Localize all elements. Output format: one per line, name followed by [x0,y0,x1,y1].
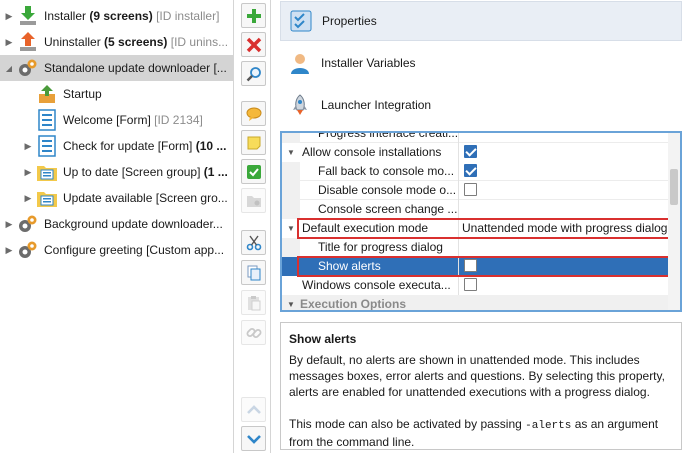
delete-button[interactable] [241,32,266,57]
checkbox-show-alerts[interactable] [464,259,477,272]
grid-scrollbar[interactable] [668,133,680,310]
form-icon [35,134,59,158]
speech-bubble-icon [246,107,261,121]
green-check-icon [246,164,261,179]
property-grid: Progress interface creati... ▼ Allow con… [280,131,682,312]
scrollbar-thumb[interactable] [670,169,678,205]
chevron-up-icon [246,404,261,414]
gears-icon [16,238,40,262]
checkbox-fall-back-to-console[interactable] [464,164,477,177]
chevron-down-icon [246,434,261,444]
tab-launcher-integration[interactable]: Launcher Integration [280,85,682,125]
action-toolbar [236,0,271,453]
description-title: Show alerts [289,332,357,346]
installer-arrow-icon [16,4,40,28]
expand-arrow-icon[interactable]: ▶ [22,192,34,204]
property-row-disable-console-mode[interactable]: Disable console mode o... [282,181,670,200]
property-row-windows-console-executable[interactable]: Windows console executa... [282,276,670,295]
collapse-triangle-icon[interactable]: ▼ [282,295,300,310]
tree-node-background-update-downloader[interactable]: ▶ Background update downloader... [0,211,233,237]
property-row-progress-interface[interactable]: Progress interface creati... [282,133,670,143]
user-icon [288,51,312,75]
checkbox-disable-console-mode[interactable] [464,183,477,196]
paste-button[interactable] [241,290,266,315]
tree-node-startup[interactable]: Startup [0,81,233,107]
scissors-icon [246,235,261,250]
property-description: Show alerts By default, no alerts are sh… [280,322,682,450]
description-text: By default, no alerts are shown in unatt… [289,353,665,399]
property-row-show-alerts[interactable]: Show alerts [282,257,670,276]
note-button[interactable] [241,130,266,155]
tab-properties[interactable]: Properties [280,1,682,41]
execution-mode-value[interactable]: Unattended mode with progress dialog [458,219,670,238]
move-down-button[interactable] [241,426,266,451]
rocket-icon [288,93,312,117]
expand-arrow-icon[interactable]: ▶ [3,244,15,256]
uninstaller-arrow-icon [16,30,40,54]
command-line-argument: -alerts [525,420,572,432]
description-note: This mode can also be activated by passi… [289,417,659,449]
tree-node-update-available[interactable]: ▶ Update available [Screen gro... [0,185,233,211]
sticky-note-icon [247,136,260,149]
screen-group-icon [35,186,59,210]
expand-arrow-icon[interactable]: ▶ [3,218,15,230]
properties-icon [289,9,313,33]
magnifier-icon [246,66,261,81]
screen-group-icon [35,160,59,184]
cut-button[interactable] [241,230,266,255]
collapse-triangle-icon[interactable]: ▼ [282,143,300,162]
link-icon [246,327,261,338]
tree-node-uninstaller[interactable]: ▶ Uninstaller (5 screens) [ID unins... [0,29,233,55]
plus-icon [246,8,261,23]
section-execution-options[interactable]: ▼ Execution Options [282,295,670,310]
expand-arrow-icon[interactable]: ▶ [3,36,15,48]
tree-node-installer[interactable]: ▶ Installer (9 screens) [ID installer] [0,3,233,29]
expand-arrow-icon[interactable]: ▶ [22,140,34,152]
comment-button[interactable] [241,101,266,126]
tree-node-welcome[interactable]: Welcome [Form] [ID 2134] [0,107,233,133]
folder-button[interactable] [241,188,266,213]
expand-arrow-icon[interactable]: ▶ [3,10,15,22]
checkbox-allow-console-installations[interactable] [464,145,477,158]
collapse-triangle-icon[interactable]: ▼ [282,219,300,238]
copy-icon [247,265,260,280]
checkbox-windows-console-executable[interactable] [464,278,477,291]
property-row-default-execution-mode[interactable]: ▼ Default execution mode Unattended mode… [282,219,670,238]
form-icon [35,108,59,132]
tree-node-standalone-update-downloader[interactable]: ◢ Standalone update downloader [... [0,55,233,81]
add-button[interactable] [241,3,266,28]
paste-icon [247,295,260,310]
red-x-icon [246,37,261,52]
collapse-arrow-icon[interactable]: ◢ [3,62,15,74]
expand-arrow-icon[interactable]: ▶ [22,166,34,178]
project-tree: ▶ Installer (9 screens) [ID installer] ▶… [0,0,234,453]
folder-gear-icon [246,195,261,207]
link-button[interactable] [241,320,266,345]
property-row-allow-console-installations[interactable]: ▼ Allow console installations [282,143,670,162]
search-button[interactable] [241,61,266,86]
tree-node-check-for-update[interactable]: ▶ Check for update [Form] (10 ... [0,133,233,159]
move-up-button[interactable] [241,397,266,422]
tree-node-configure-greeting[interactable]: ▶ Configure greeting [Custom app... [0,237,233,263]
gears-icon [16,56,40,80]
property-row-fall-back-to-console[interactable]: Fall back to console mo... [282,162,670,181]
startup-icon [35,82,59,106]
tab-installer-variables[interactable]: Installer Variables [280,43,682,83]
check-button[interactable] [241,159,266,184]
copy-button[interactable] [241,260,266,285]
property-row-console-screen-change[interactable]: Console screen change ... [282,200,670,219]
property-row-title-for-progress-dialog[interactable]: Title for progress dialog [282,238,670,257]
tree-node-up-to-date[interactable]: ▶ Up to date [Screen group] (1 ... [0,159,233,185]
gears-icon [16,212,40,236]
